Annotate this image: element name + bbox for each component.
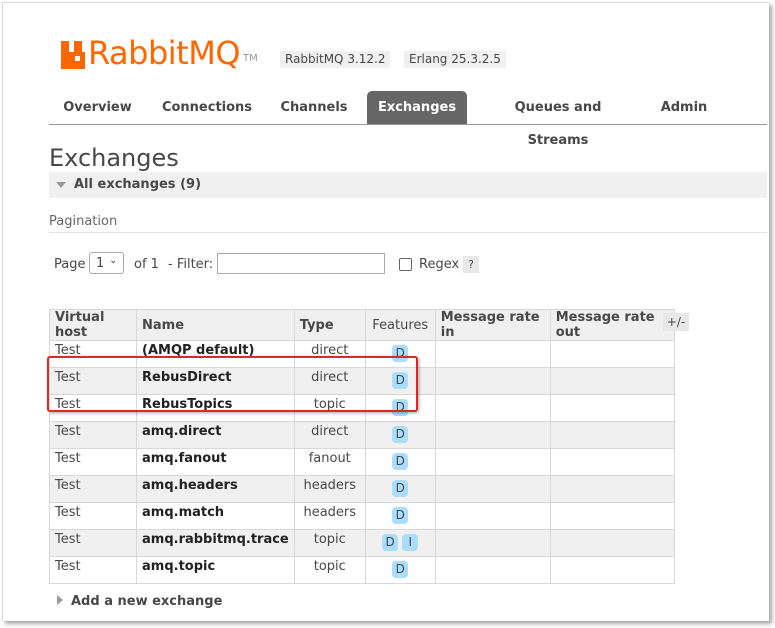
durable-badge: D xyxy=(382,534,399,551)
table-row[interactable]: Test amq.topic topic D xyxy=(49,556,675,584)
features-cell: D I xyxy=(364,529,436,557)
column-options-button[interactable]: +/- xyxy=(663,313,689,331)
table-row[interactable]: Test amq.fanout fanout D xyxy=(49,448,675,476)
features-cell: D xyxy=(364,502,436,530)
rate-in-cell xyxy=(434,556,551,584)
durable-badge: D xyxy=(392,426,409,443)
rate-in-cell xyxy=(434,529,551,557)
type-cell: headers xyxy=(293,475,366,503)
regex-checkbox[interactable] xyxy=(399,258,412,271)
rate-in-cell xyxy=(434,475,551,503)
col-name[interactable]: Name xyxy=(136,309,295,341)
exchange-name-link[interactable]: amq.match xyxy=(136,502,295,530)
logo-trademark: TM xyxy=(243,53,258,64)
vhost-cell: Test xyxy=(49,421,137,449)
filter-input[interactable] xyxy=(217,253,385,274)
table-header-row: Virtual host Name Type Features Message … xyxy=(49,309,675,341)
internal-badge: I xyxy=(402,534,419,551)
rate-out-cell xyxy=(549,340,675,368)
tab-channels[interactable]: Channels xyxy=(274,91,354,124)
main-nav: Overview Connections Channels Exchanges … xyxy=(49,91,767,148)
expand-triangle-icon xyxy=(57,595,63,605)
version-badge: RabbitMQ 3.12.2 xyxy=(280,51,391,68)
regex-help-button[interactable]: ? xyxy=(463,256,479,273)
section-label: All exchanges (9) xyxy=(74,177,202,192)
features-cell: D xyxy=(364,421,436,449)
exchange-name-link[interactable]: amq.direct xyxy=(136,421,295,449)
page-select-value: 1 xyxy=(96,256,105,271)
all-exchanges-toggle[interactable]: All exchanges (9) xyxy=(49,172,767,198)
regex-label: Regex xyxy=(419,257,460,272)
vhost-cell: Test xyxy=(49,502,137,530)
filter-label: - Filter: xyxy=(168,257,214,272)
rabbitmq-logo-icon xyxy=(61,41,85,69)
col-virtual-host[interactable]: Virtual host xyxy=(49,309,137,341)
rate-out-cell xyxy=(549,421,675,449)
rate-out-cell xyxy=(549,475,675,503)
rate-out-cell xyxy=(549,502,675,530)
durable-badge: D xyxy=(392,561,409,578)
vhost-cell: Test xyxy=(49,475,137,503)
table-row[interactable]: Test amq.direct direct D xyxy=(49,421,675,449)
exchanges-table: Virtual host Name Type Features Message … xyxy=(49,309,675,584)
type-cell: headers xyxy=(293,502,366,530)
highlight-annotation xyxy=(47,356,418,412)
col-features: Features xyxy=(364,309,436,341)
rate-in-cell xyxy=(434,340,551,368)
rate-in-cell xyxy=(434,502,551,530)
exchange-name-link[interactable]: amq.headers xyxy=(136,475,295,503)
vhost-cell: Test xyxy=(49,448,137,476)
col-message-rate-out: Message rate out xyxy=(549,309,675,341)
col-type[interactable]: Type xyxy=(293,309,366,341)
tab-exchanges[interactable]: Exchanges xyxy=(367,91,467,124)
type-cell: topic xyxy=(293,529,366,557)
logo-text: RabbitMQ xyxy=(88,34,241,72)
page-count-label: of 1 xyxy=(134,257,159,272)
erlang-version-badge: Erlang 25.3.2.5 xyxy=(404,51,506,68)
add-new-exchange-label: Add a new exchange xyxy=(71,594,223,609)
type-cell: direct xyxy=(293,421,366,449)
type-cell: fanout xyxy=(293,448,366,476)
features-cell: D xyxy=(364,475,436,503)
features-cell: D xyxy=(364,448,436,476)
exchange-name-link[interactable]: amq.rabbitmq.trace xyxy=(136,529,295,557)
rate-in-cell xyxy=(434,367,551,395)
add-new-exchange-toggle[interactable]: Add a new exchange xyxy=(57,594,222,609)
exchange-name-link[interactable]: amq.fanout xyxy=(136,448,295,476)
vhost-cell: Test xyxy=(49,556,137,584)
page-title: Exchanges xyxy=(49,144,179,172)
chevron-down-icon: ⌄ xyxy=(109,255,118,266)
rate-in-cell xyxy=(434,421,551,449)
rate-in-cell xyxy=(434,394,551,422)
durable-badge: D xyxy=(392,507,409,524)
durable-badge: D xyxy=(392,480,409,497)
rate-in-cell xyxy=(434,448,551,476)
rate-out-cell xyxy=(549,394,675,422)
divider xyxy=(49,232,767,233)
tab-overview[interactable]: Overview xyxy=(55,91,140,124)
rabbitmq-logo[interactable]: RabbitMQ TM xyxy=(61,33,258,69)
features-cell: D xyxy=(364,556,436,584)
pagination-title: Pagination xyxy=(49,214,118,229)
table-row[interactable]: Test amq.match headers D xyxy=(49,502,675,530)
tab-admin[interactable]: Admin xyxy=(654,91,714,124)
rate-out-cell xyxy=(549,529,675,557)
type-cell: topic xyxy=(293,556,366,584)
rate-out-cell xyxy=(549,448,675,476)
page-label: Page xyxy=(54,257,86,272)
table-row[interactable]: Test amq.headers headers D xyxy=(49,475,675,503)
col-message-rate-in: Message rate in xyxy=(434,309,551,341)
tab-queues-and-streams[interactable]: Queues and Streams xyxy=(483,91,633,148)
page-select[interactable]: 1 ⌄ xyxy=(89,252,124,274)
table-row[interactable]: Test amq.rabbitmq.trace topic D I xyxy=(49,529,675,557)
rate-out-cell xyxy=(549,367,675,395)
tab-connections[interactable]: Connections xyxy=(156,91,258,124)
exchange-name-link[interactable]: amq.topic xyxy=(136,556,295,584)
collapse-triangle-icon xyxy=(56,182,66,188)
vhost-cell: Test xyxy=(49,529,137,557)
durable-badge: D xyxy=(392,453,409,470)
rate-out-cell xyxy=(549,556,675,584)
